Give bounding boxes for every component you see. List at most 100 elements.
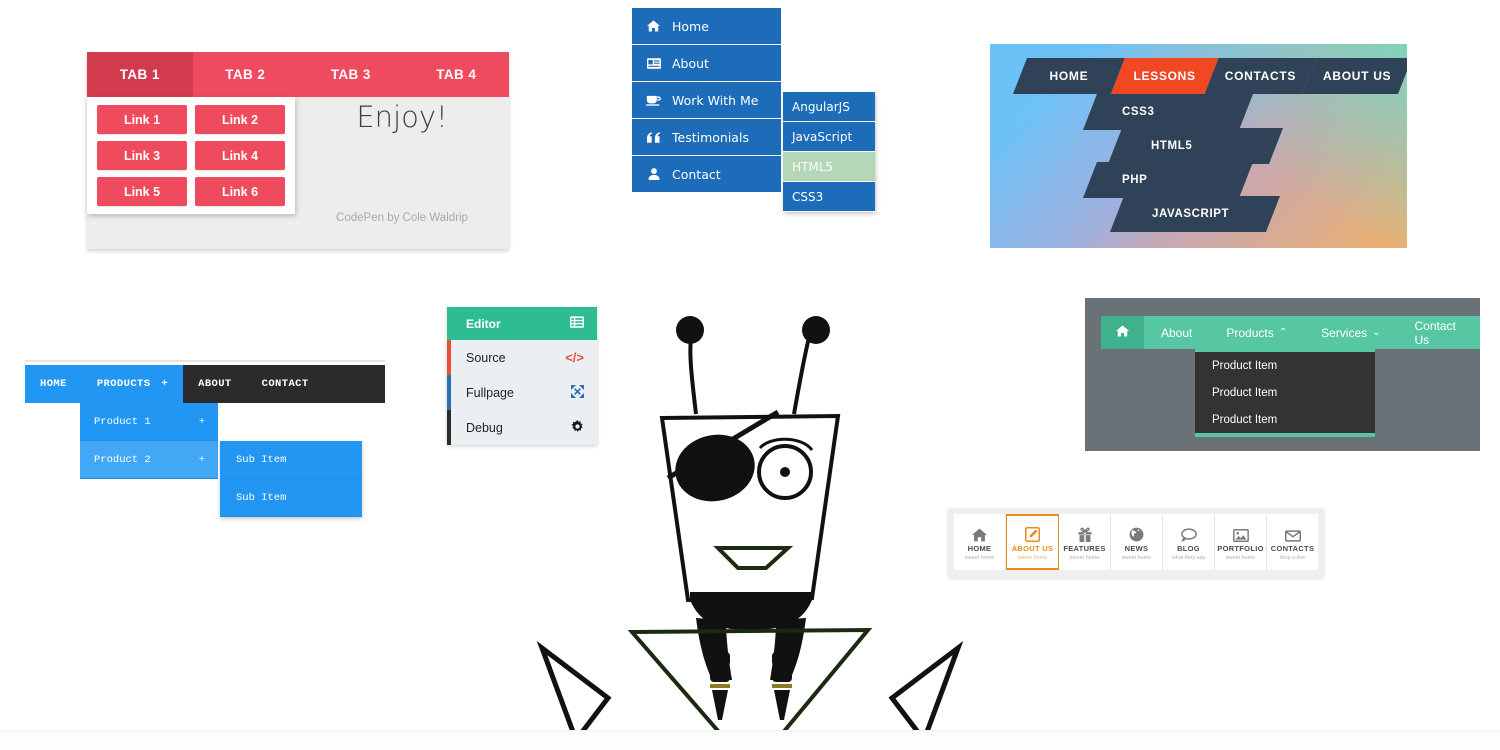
editor-row-label: Source <box>466 350 506 365</box>
dropdown-item[interactable]: Product Item <box>1195 352 1375 379</box>
quote-icon <box>646 131 661 143</box>
icon-nav-cell-news[interactable]: NEWS sweet home <box>1111 514 1163 570</box>
nav-item-label: Products <box>1226 325 1274 340</box>
nav-item-products[interactable]: Products ⌃ <box>1209 316 1304 349</box>
user-icon <box>646 168 661 180</box>
tab-2[interactable]: TAB 2 <box>193 52 299 97</box>
blue-menu-submenu: AngularJS JavaScript HTML5 CSS3 <box>783 92 875 212</box>
icon-nav-subtitle: sweet home <box>1225 555 1256 561</box>
dropdown-item-label: Product 1 <box>94 415 151 428</box>
red-tab-widget: TAB 1 TAB 2 TAB 3 TAB 4 Link 1 Link 2 Li… <box>87 52 509 249</box>
mono-nav-bar: HOME PRODUCTS + ABOUT CONTACT <box>25 365 385 403</box>
link-button[interactable]: Link 6 <box>195 177 285 206</box>
teal-products-dropdown: Product Item Product Item Product Item <box>1195 349 1375 437</box>
teal-gray-nav: About Products ⌃ Services ⌄ Contact Us P… <box>1085 298 1480 451</box>
editor-row-label: Debug <box>466 420 503 435</box>
headline-text: Enjoy! <box>356 100 448 134</box>
tab-4[interactable]: TAB 4 <box>404 52 510 97</box>
red-tab-bar: TAB 1 TAB 2 TAB 3 TAB 4 <box>87 52 509 97</box>
icon-nav-bar: HOME sweet home ABOUT US sweet home FEAT… <box>948 508 1324 578</box>
image-icon <box>1232 523 1249 542</box>
icon-nav-cell-blog[interactable]: BLOG what they say <box>1163 514 1215 570</box>
icon-nav-cell-features[interactable]: FEATURES sweet home <box>1059 514 1111 570</box>
arrow-item-lessons[interactable]: LESSONS <box>1111 58 1219 94</box>
red-tab-dropdown: Link 1 Link 2 Link 3 Link 4 Link 5 Link … <box>87 97 295 214</box>
icon-nav-subtitle: sweet home <box>1069 555 1100 561</box>
menu-item-testimonials[interactable]: Testimonials <box>632 119 781 156</box>
menu-item-about[interactable]: About <box>632 45 781 82</box>
menu-item-contact[interactable]: Contact <box>632 156 781 193</box>
nav-item-about[interactable]: About <box>1144 316 1209 349</box>
icon-nav-cell-contacts[interactable]: CONTACTS drop a line <box>1267 514 1318 570</box>
screenshot-canvas: TAB 1 TAB 2 TAB 3 TAB 4 Link 1 Link 2 Li… <box>0 0 1500 750</box>
arrow-item-about-us[interactable]: ABOUT US <box>1302 58 1407 94</box>
plus-icon: + <box>198 453 205 466</box>
blue-menu-column: Home About Work With Me Testimonials Con… <box>632 8 781 193</box>
credit-text: CodePen by Cole Waldrip <box>336 212 468 224</box>
arrow-item-contacts[interactable]: CONTACTS <box>1205 58 1317 94</box>
nav-item-label: Services <box>1321 325 1368 340</box>
coffee-cup-icon <box>646 94 661 106</box>
envelope-icon <box>1284 523 1301 542</box>
icon-nav-cell-portfolio[interactable]: PORTFOLIO sweet home <box>1215 514 1267 570</box>
nav-item-contact-us[interactable]: Contact Us <box>1398 316 1480 349</box>
products-dropdown: Product 1 + Product 2 + <box>80 403 218 479</box>
nav-item-products[interactable]: PRODUCTS + <box>81 365 184 403</box>
icon-nav-strip: HOME sweet home ABOUT US sweet home FEAT… <box>954 514 1318 570</box>
link-button[interactable]: Link 1 <box>97 105 187 134</box>
teal-nav-bar: About Products ⌃ Services ⌄ Contact Us <box>1101 316 1480 349</box>
link-button[interactable]: Link 4 <box>195 141 285 170</box>
dropdown-item-product-1[interactable]: Product 1 + <box>80 403 218 441</box>
arrow-item-home[interactable]: HOME <box>1013 58 1125 94</box>
nav-item-label: ABOUT <box>198 378 232 390</box>
divider-line <box>25 360 385 362</box>
editor-title: Editor <box>466 316 501 331</box>
icon-nav-subtitle: sweet home <box>1121 555 1152 561</box>
arrow-subitem-css3[interactable]: CSS3 <box>1083 94 1253 130</box>
submenu-item-angularjs[interactable]: AngularJS <box>783 92 875 122</box>
gradient-arrow-menu: HOME LESSONS CONTACTS ABOUT US CSS3 HTML… <box>990 44 1407 248</box>
link-button[interactable]: Link 5 <box>97 177 187 206</box>
nav-item-contact[interactable]: CONTACT <box>247 365 324 403</box>
nav-item-label: Contact Us <box>1414 318 1456 347</box>
id-card-icon <box>646 57 661 69</box>
sub-item[interactable]: Sub Item <box>220 479 362 517</box>
nav-item-about[interactable]: ABOUT <box>183 365 247 403</box>
nav-item-services[interactable]: Services ⌄ <box>1304 316 1397 349</box>
nav-item-home[interactable] <box>1101 316 1144 349</box>
home-icon <box>646 20 661 32</box>
bottom-divider <box>0 730 1500 750</box>
link-button[interactable]: Link 3 <box>97 141 187 170</box>
menu-item-label: Testimonials <box>672 129 749 145</box>
robot-pirate-illustration <box>536 316 964 740</box>
dropdown-item[interactable]: Product Item <box>1195 379 1375 406</box>
icon-nav-title: PORTFOLIO <box>1217 544 1264 553</box>
submenu-item-html5[interactable]: HTML5 <box>783 152 875 182</box>
arrow-subitem-php[interactable]: PHP <box>1083 162 1253 198</box>
link-button[interactable]: Link 2 <box>195 105 285 134</box>
arrow-subitem-javascript[interactable]: JAVASCRIPT <box>1110 196 1280 232</box>
menu-item-home[interactable]: Home <box>632 8 781 45</box>
chevron-up-icon: ⌃ <box>1278 327 1288 338</box>
submenu-item-css3[interactable]: CSS3 <box>783 182 875 212</box>
tab-1[interactable]: TAB 1 <box>87 52 193 97</box>
nav-item-home[interactable]: HOME <box>25 365 82 403</box>
chevron-down-icon: ⌄ <box>1372 327 1381 338</box>
icon-nav-subtitle: drop a line <box>1279 555 1306 561</box>
dropdown-item-product-2[interactable]: Product 2 + <box>80 441 218 479</box>
dropdown-item[interactable]: Product Item <box>1195 406 1375 433</box>
menu-item-work-with-me[interactable]: Work With Me <box>632 82 781 119</box>
globe-icon <box>1129 523 1144 542</box>
sub-item[interactable]: Sub Item <box>220 441 362 479</box>
tab-3[interactable]: TAB 3 <box>298 52 404 97</box>
menu-item-label: Contact <box>672 166 721 182</box>
sub-items-dropdown: Sub Item Sub Item <box>220 441 362 517</box>
menu-item-label: Home <box>672 18 709 34</box>
arrow-subitem-html5[interactable]: HTML5 <box>1108 128 1283 164</box>
arrow-menu-bar: HOME LESSONS CONTACTS ABOUT US <box>1013 58 1398 94</box>
nav-item-label: CONTACT <box>261 378 309 390</box>
pencil-square-icon <box>1025 523 1040 542</box>
home-icon <box>1116 325 1129 340</box>
icon-nav-cell-about-us[interactable]: ABOUT US sweet home <box>1006 514 1059 570</box>
submenu-item-javascript[interactable]: JavaScript <box>783 122 875 152</box>
